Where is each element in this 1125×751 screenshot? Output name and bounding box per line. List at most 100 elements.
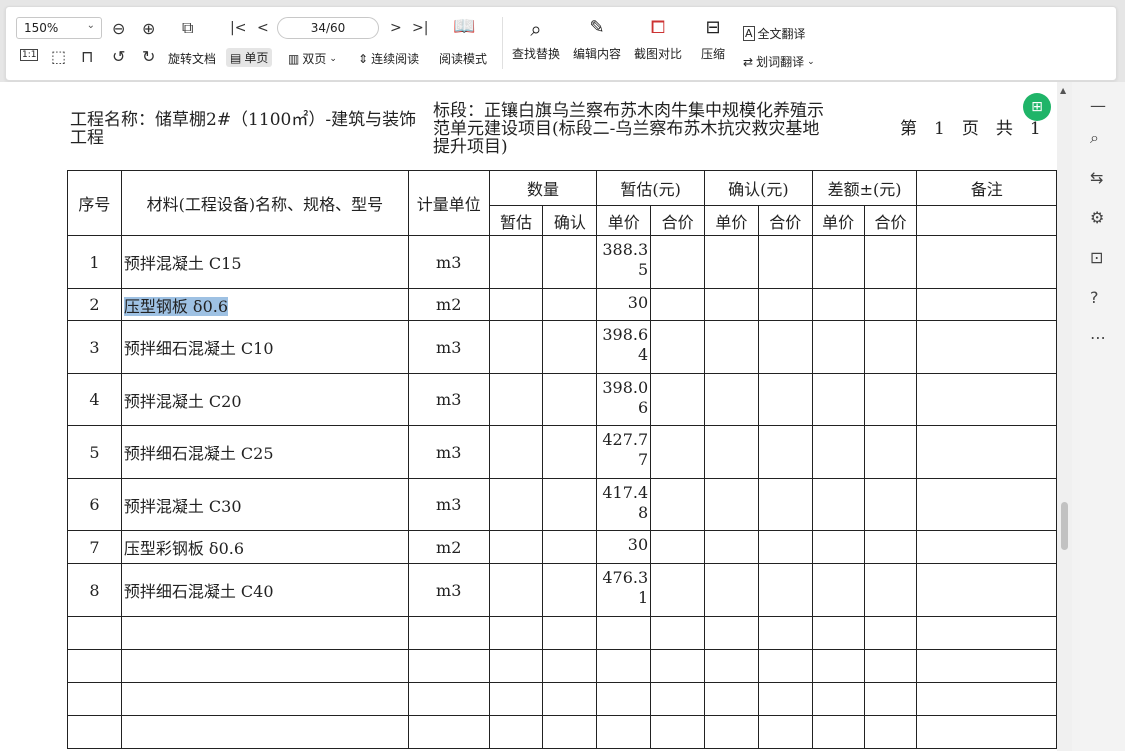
- section-line3: 提升项目): [433, 137, 508, 157]
- row-name: 预拌混凝土 C20: [120, 373, 409, 426]
- subheader-qty-conf: 确认: [542, 205, 598, 236]
- settings-sliders-icon[interactable]: ⚙: [1090, 208, 1104, 227]
- actual-size-button[interactable]: 1:1: [20, 49, 39, 61]
- row-price: 427.77: [596, 425, 652, 479]
- map-icon[interactable]: ⊡: [1090, 248, 1103, 267]
- next-page-icon[interactable]: >: [390, 20, 402, 36]
- scrollbar-thumb[interactable]: [1061, 502, 1068, 550]
- zoom-in-icon[interactable]: ⊕: [142, 21, 155, 37]
- row-unit: m3: [407, 235, 490, 289]
- section-line2: 范单元建设项目(标段二-乌兰察布苏木抗灾救灾基地: [433, 119, 820, 139]
- table-row: 7 压型彩钢板 δ0.6 m2 30: [67, 530, 1057, 564]
- header-remark: 备注: [916, 170, 1057, 206]
- full-translate-label: 全文翻译: [757, 27, 806, 41]
- row-price: 476.31: [596, 563, 652, 617]
- word-translate-icon: ⇄: [743, 54, 754, 69]
- row-name: 预拌混凝土 C15: [120, 235, 409, 289]
- header-material: 材料(工程设备)名称、规格、型号: [120, 170, 409, 236]
- rotate-doc-label: 旋转文档: [168, 52, 217, 66]
- project-name-line2: 工程: [70, 128, 104, 148]
- search-icon: ⌕: [530, 17, 542, 41]
- table-header-row: 序号 材料(工程设备)名称、规格、型号 计量单位 数量 暂估(元) 确认(元) …: [67, 170, 1057, 236]
- table-row-empty: [67, 616, 1057, 650]
- table-row-empty: [67, 649, 1057, 683]
- section-line1: 标段：正镶白旗乌兰察布苏木肉牛集中规模化养殖示: [433, 101, 824, 121]
- row-price: 417.48: [596, 478, 652, 531]
- subheader-diff-total: 合价: [863, 205, 918, 236]
- scroll-up-icon[interactable]: ▲: [1060, 86, 1066, 95]
- continuous-icon: ⇕: [358, 51, 369, 66]
- row-unit: m3: [407, 373, 490, 426]
- translate-icon[interactable]: ⇆: [1090, 168, 1103, 187]
- double-page-label: 双页: [302, 52, 327, 66]
- fit-width-icon[interactable]: ⊓: [81, 49, 93, 65]
- page-swap-icon[interactable]: ⧉: [182, 20, 193, 36]
- continuous-label: 连续阅读: [371, 52, 420, 66]
- prev-page-icon[interactable]: <: [257, 20, 269, 36]
- table-row: 8 预拌细石混凝土 C40 m3 476.31: [67, 563, 1057, 617]
- header-confirm: 确认(元): [704, 170, 813, 206]
- screenshot-icon: ⧠: [650, 17, 666, 38]
- row-unit: m3: [407, 478, 490, 531]
- row-name: 预拌混凝土 C30: [120, 478, 409, 531]
- single-page-button[interactable]: ▤ 单页: [226, 48, 273, 67]
- book-icon[interactable]: 📖: [453, 18, 475, 36]
- single-page-icon: ▤: [230, 50, 242, 65]
- row-unit: m3: [407, 563, 490, 617]
- continuous-read-button[interactable]: ⇕ 连续阅读: [358, 50, 419, 67]
- subheader-remark-blank: [916, 205, 1057, 236]
- edit-content-button[interactable]: ✎ 编辑内容: [573, 17, 621, 62]
- header-seq: 序号: [67, 170, 122, 236]
- row-price: 30: [596, 530, 652, 564]
- compress-button[interactable]: ⊟ 压缩: [701, 17, 725, 62]
- row-name: 压型彩钢板 δ0.6: [120, 530, 409, 564]
- table-row: 4 预拌混凝土 C20 m3 398.06: [67, 373, 1057, 426]
- row-price: 398.06: [596, 373, 652, 426]
- word-translate-button[interactable]: ⇄ 划词翻译 ⌄: [743, 53, 815, 70]
- row-unit: m2: [407, 288, 490, 321]
- toolbar-divider: [502, 17, 503, 69]
- zoom-out-icon[interactable]: ⊖: [112, 21, 125, 37]
- subheader-qty-est: 暂估: [488, 205, 544, 236]
- rotate-right-icon[interactable]: ↻: [142, 49, 155, 65]
- table-row: 5 预拌细石混凝土 C25 m3 427.77: [67, 425, 1057, 479]
- screenshot-compare-button[interactable]: ⧠ 截图对比: [634, 17, 682, 62]
- row-name-selected[interactable]: 压型钢板 δ0.6: [123, 296, 229, 316]
- minimize-icon[interactable]: —: [1090, 96, 1106, 115]
- zoom-select[interactable]: 150% ⌄: [16, 17, 102, 39]
- header-unit: 计量单位: [407, 170, 490, 236]
- chevron-down-icon: ⌄: [807, 56, 815, 67]
- fit-page-icon[interactable]: ⬚: [51, 49, 66, 65]
- table-row: 3 预拌细石混凝土 C10 m3 398.64: [67, 320, 1057, 374]
- read-mode-label: 阅读模式: [439, 52, 488, 66]
- row-seq: 6: [67, 478, 122, 531]
- subheader-diff-unit: 单价: [811, 205, 865, 236]
- row-name: 预拌细石混凝土 C10: [120, 320, 409, 374]
- actual-size-icon: 1:1: [20, 49, 39, 61]
- vertical-scrollbar[interactable]: ▲: [1057, 82, 1072, 751]
- chevron-down-icon: ⌄: [86, 20, 95, 31]
- last-page-icon[interactable]: >|: [412, 20, 428, 36]
- page-number-input[interactable]: 34/60: [277, 17, 379, 39]
- header-estimate: 暂估(元): [596, 170, 705, 206]
- edit-icon: ✎: [589, 17, 605, 38]
- table-row-empty: [67, 715, 1057, 749]
- read-mode-button[interactable]: 阅读模式: [439, 50, 487, 67]
- header-difference: 差额±(元): [811, 170, 918, 206]
- row-seq: 5: [67, 425, 122, 479]
- table-tool-icon[interactable]: ⊞: [1023, 93, 1051, 121]
- section-info: 标段：正镶白旗乌兰察布苏木肉牛集中规模化养殖示 范单元建设项目(标段二-乌兰察布…: [433, 102, 824, 156]
- first-page-icon[interactable]: |<: [230, 20, 246, 36]
- rotate-left-icon[interactable]: ↺: [112, 49, 125, 65]
- find-replace-button[interactable]: ⌕ 查找替换: [512, 17, 560, 62]
- table-row: 6 预拌混凝土 C30 m3 417.48: [67, 478, 1057, 531]
- row-seq: 8: [67, 563, 122, 617]
- search-icon[interactable]: ⌕: [1090, 128, 1099, 148]
- double-page-button[interactable]: ▥ 双页 ⌄: [288, 50, 337, 67]
- row-seq: 7: [67, 530, 122, 564]
- rotate-doc-button[interactable]: 旋转文档: [168, 50, 216, 67]
- help-icon[interactable]: ?: [1090, 288, 1099, 307]
- project-name-line1: 工程名称：储草棚2#（1100㎡）-建筑与装饰: [70, 110, 417, 130]
- full-translate-button[interactable]: A 全文翻译: [743, 25, 806, 42]
- more-icon[interactable]: ⋯: [1090, 328, 1106, 347]
